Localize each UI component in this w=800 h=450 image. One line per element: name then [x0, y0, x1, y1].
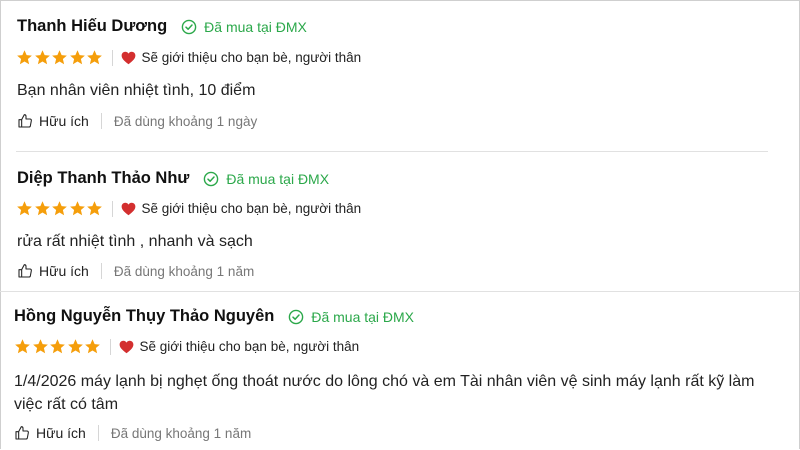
check-circle-icon [181, 19, 197, 34]
review-comment: 1/4/2026 máy lạnh bị nghẹt ống thoát nướ… [14, 373, 755, 413]
review-header: Diệp Thanh Thảo Như Đã mua tại ĐMX [17, 169, 329, 188]
star-icon [32, 339, 48, 354]
star-icon [34, 201, 50, 216]
review-separator [16, 151, 768, 152]
verified-text: Đã mua tại ĐMX [311, 308, 415, 325]
thumbs-up-icon [15, 426, 29, 440]
actions-divider [100, 113, 102, 129]
rating-divider [111, 49, 113, 66]
star-icon [69, 50, 85, 65]
helpful-label: Hữu ích [39, 263, 89, 279]
star-icon [17, 50, 32, 65]
star-icon [52, 201, 67, 216]
star-icon [85, 339, 100, 354]
rating-divider [111, 200, 113, 217]
verified-text: Đã mua tại ĐMX [204, 18, 307, 35]
star-icon [15, 339, 30, 354]
recommend-badge: Sẽ giới thiệu cho bạn bè, người thân [119, 339, 360, 354]
usage-duration: Đã dùng khoảng 1 năm [113, 263, 255, 279]
actions-divider [100, 263, 102, 279]
review-header: Hồng Nguyễn Thụy Thảo Nguyên Đã mua tại … [14, 307, 414, 326]
recommend-badge: Sẽ giới thiệu cho bạn bè, người thân [121, 201, 362, 216]
thumbs-up-icon [18, 264, 32, 278]
star-icon [17, 201, 32, 216]
verified-badge: Đã mua tại ĐMX [203, 171, 329, 187]
rating-row: Sẽ giới thiệu cho bạn bè, người thân [14, 338, 359, 355]
recommend-text: Sẽ giới thiệu cho bạn bè, người thân [141, 50, 362, 65]
review-actions: Hữu ích Đã dùng khoảng 1 năm [14, 425, 251, 441]
recommend-text: Sẽ giới thiệu cho bạn bè, người thân [141, 201, 362, 216]
review-comment: rửa rất nhiệt tình , nhanh và sạch [17, 233, 253, 250]
review-header: Thanh Hiếu Dương Đã mua tại ĐMX [17, 17, 307, 36]
verified-text: Đã mua tại ĐMX [226, 170, 330, 187]
reviewer-name: Hồng Nguyễn Thụy Thảo Nguyên [14, 307, 275, 325]
thumbs-up-icon [18, 114, 32, 128]
helpful-label: Hữu ích [36, 425, 86, 441]
rating-row: Sẽ giới thiệu cho bạn bè, người thân [16, 49, 361, 66]
verified-badge: Đã mua tại ĐMX [288, 309, 414, 325]
star-icon [52, 50, 67, 65]
usage-duration: Đã dùng khoảng 1 năm [110, 425, 252, 441]
usage-duration: Đã dùng khoảng 1 ngày [113, 113, 258, 129]
rating-divider [109, 338, 111, 355]
star-rating [16, 200, 104, 217]
star-icon [87, 201, 102, 216]
helpful-button[interactable]: Hữu ích [17, 263, 89, 279]
actions-divider [97, 425, 99, 441]
helpful-label: Hữu ích [39, 113, 89, 129]
star-icon [67, 339, 83, 354]
recommend-text: Sẽ giới thiệu cho bạn bè, người thân [139, 339, 360, 354]
review-actions: Hữu ích Đã dùng khoảng 1 năm [17, 263, 254, 279]
review-actions: Hữu ích Đã dùng khoảng 1 ngày [17, 113, 257, 129]
star-rating [14, 338, 102, 355]
reviewer-name: Diệp Thanh Thảo Như [17, 169, 190, 187]
check-circle-icon [204, 171, 219, 186]
star-icon [87, 50, 102, 65]
star-icon [69, 201, 85, 216]
star-rating [16, 49, 104, 66]
reviewer-name: Thanh Hiếu Dương [17, 17, 168, 35]
heart-icon [119, 340, 133, 353]
star-icon [50, 339, 65, 354]
helpful-button[interactable]: Hữu ích [14, 425, 86, 441]
review-separator [0, 291, 800, 292]
review-comment: Bạn nhân viên nhiệt tình, 10 điểm [17, 82, 256, 99]
recommend-badge: Sẽ giới thiệu cho bạn bè, người thân [121, 50, 362, 65]
heart-icon [121, 51, 135, 64]
helpful-button[interactable]: Hữu ích [17, 113, 89, 129]
verified-badge: Đã mua tại ĐMX [181, 19, 307, 35]
heart-icon [121, 202, 135, 215]
star-icon [34, 50, 50, 65]
check-circle-icon [289, 309, 304, 324]
rating-row: Sẽ giới thiệu cho bạn bè, người thân [16, 200, 361, 217]
